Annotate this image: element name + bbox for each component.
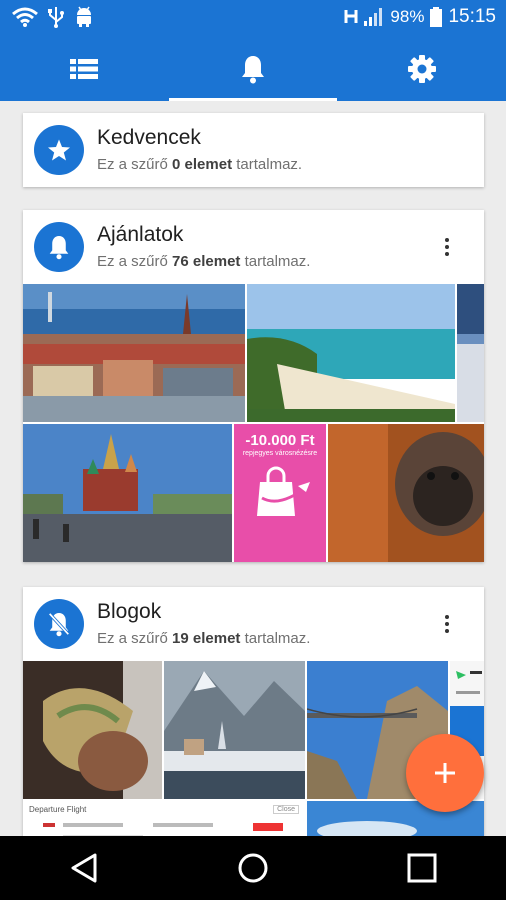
blog-thumbnail-money[interactable] xyxy=(23,661,162,799)
recent-apps-icon[interactable] xyxy=(407,853,437,883)
promo-tile[interactable]: -10.000 Ft repjegyes városnézésre xyxy=(234,424,326,562)
battery-icon xyxy=(430,7,443,27)
filter-card-favorites[interactable]: Kedvencek Ez a szűrő 0 elemet tartalmaz. xyxy=(23,113,484,187)
offer-thumbnail-beach[interactable] xyxy=(247,284,455,422)
card-subtitle: Ez a szűrő 0 elemet tartalmaz. xyxy=(97,156,303,173)
android-icon xyxy=(77,6,91,27)
filter-card-offers[interactable]: Ajánlatok Ez a szűrő 76 elemet tartalmaz… xyxy=(23,210,484,562)
offers-avatar xyxy=(34,222,84,272)
battery-percent: 98% xyxy=(390,7,425,26)
square-photo-image xyxy=(23,424,232,562)
wifi-icon xyxy=(12,7,38,27)
bell-icon xyxy=(241,55,264,83)
filter-list[interactable]: Kedvencek Ez a szűrő 0 elemet tartalmaz.… xyxy=(0,101,506,836)
gear-icon xyxy=(407,54,436,83)
bell-off-icon xyxy=(48,612,70,637)
card-title: Ajánlatok xyxy=(97,223,184,246)
system-navigation-bar xyxy=(0,836,506,900)
tab-notifications[interactable] xyxy=(168,36,338,101)
more-options-icon[interactable] xyxy=(434,611,460,637)
more-options-icon[interactable] xyxy=(434,234,460,260)
card-subtitle: Ez a szűrő 19 elemet tartalmaz. xyxy=(97,630,311,647)
shopping-bag-plane-icon xyxy=(257,466,310,516)
back-icon[interactable] xyxy=(69,852,99,884)
home-icon[interactable] xyxy=(237,852,269,884)
blog-thumbnail-flight[interactable]: Departure Flight Close xyxy=(23,801,305,836)
card-subtitle: Ez a szűrő 76 elemet tartalmaz. xyxy=(97,253,311,270)
clock: 15:15 xyxy=(448,6,496,27)
list-icon xyxy=(70,58,99,79)
blog-thumbnail-hallstatt[interactable] xyxy=(164,661,305,799)
app-bar: 98% 15:15 xyxy=(0,0,506,101)
offer-thumbnail-riga[interactable] xyxy=(23,284,245,422)
promo-subtitle: repjegyes városnézésre xyxy=(242,450,318,457)
orangutan-photo-image xyxy=(328,424,484,562)
beach-photo-image xyxy=(247,284,455,422)
flight-details-image xyxy=(43,823,283,836)
h-signal-icon xyxy=(344,10,358,23)
card-title: Blogok xyxy=(97,600,162,623)
money-photo-image xyxy=(23,661,162,799)
status-bar: 98% 15:15 xyxy=(0,0,506,36)
flight-label: Departure Flight xyxy=(29,805,87,814)
bell-icon xyxy=(49,236,69,260)
promo-price: -10.000 Ft xyxy=(245,432,315,449)
tab-settings[interactable] xyxy=(337,36,506,101)
favorites-avatar xyxy=(34,125,84,175)
tab-list[interactable] xyxy=(0,36,169,101)
mountain-village-photo-image xyxy=(164,661,305,799)
city-photo-image xyxy=(23,284,245,422)
offer-thumbnail-moscow[interactable] xyxy=(23,424,232,562)
offer-thumbnail-partial[interactable] xyxy=(457,284,484,422)
usb-icon xyxy=(48,7,64,28)
card-title: Kedvencek xyxy=(97,126,201,149)
signal-bars-icon xyxy=(364,8,383,26)
add-filter-button[interactable] xyxy=(406,734,484,812)
blogs-avatar xyxy=(34,599,84,649)
tab-bar xyxy=(0,36,506,101)
photo-image xyxy=(457,284,484,422)
plus-icon xyxy=(435,763,455,783)
star-icon xyxy=(48,139,70,161)
offer-thumbnail-orangutan[interactable] xyxy=(328,424,484,562)
flight-close-label: Close xyxy=(273,805,299,814)
